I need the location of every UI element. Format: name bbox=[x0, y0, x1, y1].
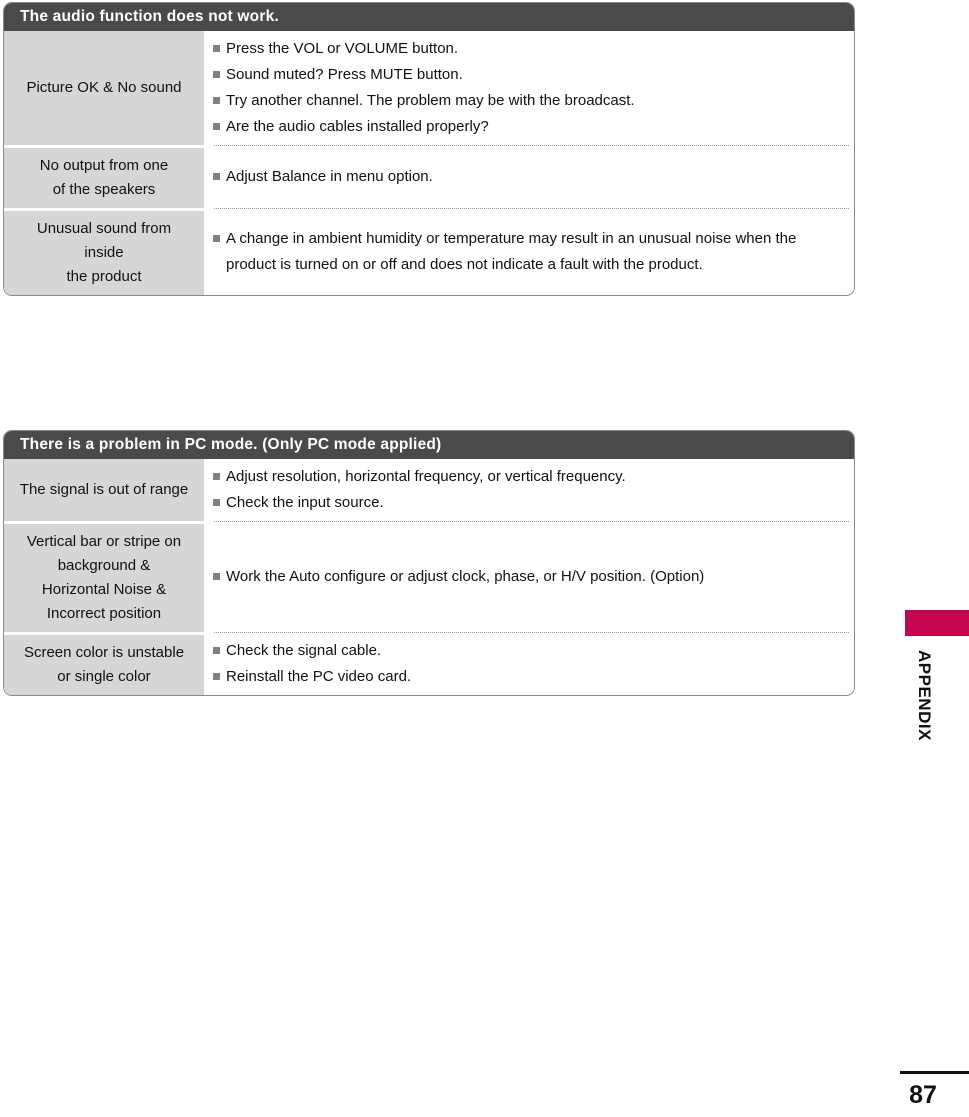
square-bullet-icon bbox=[213, 499, 220, 506]
list-item: Reinstall the PC video card. bbox=[213, 664, 844, 690]
cause-text: Check the input source. bbox=[226, 494, 384, 511]
symptom-line: Picture OK & No sound bbox=[26, 79, 182, 96]
cause-cell: Adjust resolution, horizontal frequency,… bbox=[204, 459, 854, 521]
page-number: 87 bbox=[909, 1081, 937, 1109]
symptom-line: Vertical bar or stripe on bbox=[26, 533, 182, 550]
table-title-pc-mode: There is a problem in PC mode. (Only PC … bbox=[4, 431, 854, 459]
table-row: No output from one of the speakers Adjus… bbox=[4, 145, 854, 208]
square-bullet-icon bbox=[213, 172, 220, 180]
square-bullet-icon bbox=[213, 123, 220, 130]
troubleshooting-table-pc-mode: There is a problem in PC mode. (Only PC … bbox=[3, 430, 855, 696]
symptom-line: background & bbox=[57, 557, 151, 574]
table-row: The signal is out of range Adjust resolu… bbox=[4, 459, 854, 521]
square-bullet-icon bbox=[213, 45, 220, 52]
cause-text: Check the signal cable. bbox=[226, 641, 382, 659]
cause-text: A change in ambient humidity or temperat… bbox=[226, 229, 797, 273]
table-body-audio: Picture OK & No sound Press the VOL or V… bbox=[4, 31, 854, 295]
troubleshooting-table-audio: The audio function does not work. Pictur… bbox=[3, 2, 855, 296]
cause-text: Press the VOL or VOLUME button. bbox=[226, 40, 459, 57]
list-item: Check the signal cable. bbox=[213, 638, 844, 664]
symptom-line: No output from one bbox=[39, 157, 169, 174]
symptom-cell: Picture OK & No sound bbox=[4, 31, 204, 145]
list-item: Are the audio cables installed properly? bbox=[213, 114, 844, 140]
cause-text: Work the Auto configure or adjust clock,… bbox=[226, 567, 705, 585]
table-row: Vertical bar or stripe on background & H… bbox=[4, 521, 854, 632]
cause-cell: Work the Auto configure or adjust clock,… bbox=[204, 521, 854, 632]
cause-text: Sound muted? Press MUTE button. bbox=[226, 66, 463, 83]
cause-cell: Press the VOL or VOLUME button. Sound mu… bbox=[204, 31, 854, 145]
symptom-cell: No output from one of the speakers bbox=[4, 145, 204, 208]
cause-text: Try another channel. The problem may be … bbox=[226, 92, 635, 109]
square-bullet-icon bbox=[213, 473, 220, 480]
list-item: Press the VOL or VOLUME button. bbox=[213, 36, 844, 62]
square-bullet-icon bbox=[213, 71, 220, 78]
symptom-line: inside bbox=[84, 244, 124, 261]
table-row: Picture OK & No sound Press the VOL or V… bbox=[4, 31, 854, 145]
page-footer-rule bbox=[900, 1071, 969, 1074]
symptom-line: or single color bbox=[57, 668, 151, 685]
symptom-cell: The signal is out of range bbox=[4, 459, 204, 521]
square-bullet-icon bbox=[213, 97, 220, 104]
symptom-line: of the speakers bbox=[52, 181, 156, 198]
table-title-audio: The audio function does not work. bbox=[4, 3, 854, 31]
cause-text: Reinstall the PC video card. bbox=[226, 667, 412, 685]
symptom-line: the product bbox=[66, 268, 142, 285]
square-bullet-icon bbox=[213, 572, 220, 580]
list-item: Try another channel. The problem may be … bbox=[213, 88, 844, 114]
symptom-line: Unusual sound from bbox=[36, 220, 172, 237]
square-bullet-icon bbox=[213, 234, 220, 242]
symptom-line: Horizontal Noise & bbox=[41, 581, 167, 598]
symptom-line: Screen color is unstable bbox=[23, 644, 185, 661]
table-row: Unusual sound from inside the product A … bbox=[4, 208, 854, 295]
symptom-cell: Screen color is unstable or single color bbox=[4, 632, 204, 695]
list-item: Work the Auto configure or adjust clock,… bbox=[213, 564, 844, 590]
list-item: Adjust Balance in menu option. bbox=[213, 164, 844, 190]
cause-text: Adjust resolution, horizontal frequency,… bbox=[226, 468, 626, 485]
symptom-line: Incorrect position bbox=[46, 605, 162, 622]
cause-cell: Adjust Balance in menu option. bbox=[204, 145, 854, 208]
table-body-pc-mode: The signal is out of range Adjust resolu… bbox=[4, 459, 854, 695]
square-bullet-icon bbox=[213, 646, 220, 654]
square-bullet-icon bbox=[213, 672, 220, 680]
list-item: Adjust resolution, horizontal frequency,… bbox=[213, 464, 844, 490]
symptom-cell: Vertical bar or stripe on background & H… bbox=[4, 521, 204, 632]
symptom-cell: Unusual sound from inside the product bbox=[4, 208, 204, 295]
section-label-appendix: APPENDIX bbox=[915, 650, 934, 741]
list-item: Sound muted? Press MUTE button. bbox=[213, 62, 844, 88]
cause-text: Adjust Balance in menu option. bbox=[226, 167, 433, 185]
list-item: Check the input source. bbox=[213, 490, 844, 516]
list-item: A change in ambient humidity or temperat… bbox=[213, 226, 844, 278]
symptom-line: The signal is out of range bbox=[19, 481, 189, 498]
cause-cell: Check the signal cable. Reinstall the PC… bbox=[204, 632, 854, 695]
section-thumb-tab bbox=[905, 610, 969, 636]
table-row: Screen color is unstable or single color… bbox=[4, 632, 854, 695]
cause-text: Are the audio cables installed properly? bbox=[226, 118, 489, 135]
cause-cell: A change in ambient humidity or temperat… bbox=[204, 208, 854, 295]
